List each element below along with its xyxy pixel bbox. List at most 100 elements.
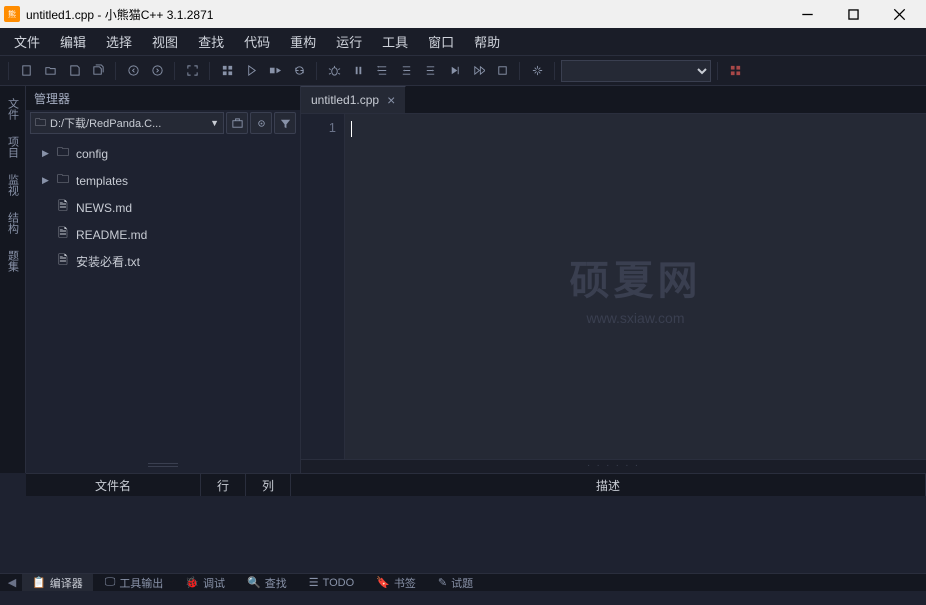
file-panel: 管理器 🗀 D:/下载/RedPanda.C... ▼ ▶ 🗀 config ▶… — [26, 86, 301, 473]
file-icon: 🗎 — [56, 224, 70, 245]
bottom-table-body[interactable] — [26, 496, 926, 573]
bookmark-icon: 🔖 — [376, 576, 390, 589]
continue-button[interactable] — [467, 60, 489, 82]
scroll-left-icon[interactable]: ◀ — [4, 576, 20, 589]
tree-label: README.md — [76, 228, 147, 242]
fullscreen-button[interactable] — [181, 60, 203, 82]
list-icon: ☰ — [309, 576, 319, 589]
code-area[interactable]: 硕夏网 www.sxiaw.com — [345, 114, 926, 459]
chevron-right-icon: ▶ — [42, 148, 50, 159]
main-area: 文件 项目 监视 结构 题集 管理器 🗀 D:/下载/RedPanda.C...… — [0, 86, 926, 473]
rebuild-button[interactable] — [288, 60, 310, 82]
search-icon: 🔍 — [247, 576, 261, 589]
tree-folder[interactable]: ▶ 🗀 config — [26, 140, 300, 167]
step-into-button[interactable] — [395, 60, 417, 82]
forward-button[interactable] — [146, 60, 168, 82]
tree-file[interactable]: 🗎 README.md — [26, 221, 300, 248]
watermark: 硕夏网 www.sxiaw.com — [570, 248, 702, 326]
menu-help[interactable]: 帮助 — [464, 28, 510, 55]
sidebar-tab-watch[interactable]: 监视 — [0, 166, 25, 204]
line-gutter: 1 — [301, 114, 345, 459]
bottom-tab-debug[interactable]: 🐞调试 — [175, 574, 235, 592]
stop-button[interactable] — [491, 60, 513, 82]
horizontal-scrollbar[interactable]: . . . . . . — [301, 459, 926, 473]
bug-icon: 🐞 — [185, 576, 199, 589]
sidebar-tab-project[interactable]: 项目 — [0, 128, 25, 166]
file-tree[interactable]: ▶ 🗀 config ▶ 🗀 templates 🗎 NEWS.md 🗎 REA… — [26, 136, 300, 473]
path-text: D:/下载/RedPanda.C... — [50, 115, 161, 131]
grid-button[interactable] — [724, 60, 746, 82]
bottom-tab-tool-output[interactable]: 🖵工具输出 — [95, 574, 174, 592]
left-sidebar: 文件 项目 监视 结构 题集 — [0, 86, 26, 473]
sidebar-tab-files[interactable]: 文件 — [0, 90, 25, 128]
menu-refactor[interactable]: 重构 — [280, 28, 326, 55]
problem-icon: ✎ — [438, 576, 447, 589]
play-debug-button[interactable] — [443, 60, 465, 82]
cursor — [351, 121, 352, 137]
open-folder-button[interactable] — [226, 112, 248, 134]
tree-file[interactable]: 🗎 NEWS.md — [26, 194, 300, 221]
locate-button[interactable] — [250, 112, 272, 134]
line-number: 1 — [309, 120, 336, 135]
run-button[interactable] — [240, 60, 262, 82]
compile-button[interactable] — [216, 60, 238, 82]
bottom-table-header: 文件名 行 列 描述 — [26, 474, 926, 496]
menu-select[interactable]: 选择 — [96, 28, 142, 55]
chevron-down-icon: ▼ — [210, 118, 219, 128]
folder-icon: 🗀 — [56, 143, 70, 164]
editor-tab[interactable]: untitled1.cpp × — [301, 86, 406, 113]
open-button[interactable] — [39, 60, 61, 82]
menu-code[interactable]: 代码 — [234, 28, 280, 55]
compiler-select[interactable] — [561, 60, 711, 82]
col-filename[interactable]: 文件名 — [26, 474, 201, 496]
grip-icon: . . . . . . — [587, 458, 640, 469]
step-out-button[interactable] — [419, 60, 441, 82]
menu-tools[interactable]: 工具 — [372, 28, 418, 55]
menu-file[interactable]: 文件 — [4, 28, 50, 55]
save-all-button[interactable] — [87, 60, 109, 82]
col-col[interactable]: 列 — [246, 474, 291, 496]
resize-handle[interactable] — [26, 457, 300, 473]
panel-path-bar: 🗀 D:/下载/RedPanda.C... ▼ — [26, 110, 300, 136]
tree-label: config — [76, 147, 108, 161]
menu-find[interactable]: 查找 — [188, 28, 234, 55]
tab-close-icon[interactable]: × — [387, 92, 395, 108]
folder-icon: 🗀 — [35, 114, 46, 133]
titlebar: 熊 untitled1.cpp - 小熊猫C++ 3.1.2871 — [0, 0, 926, 28]
tree-folder[interactable]: ▶ 🗀 templates — [26, 167, 300, 194]
tree-file[interactable]: 🗎 安装必看.txt — [26, 248, 300, 275]
debug-button[interactable] — [323, 60, 345, 82]
sidebar-tab-struct[interactable]: 结构 — [0, 204, 25, 242]
save-button[interactable] — [63, 60, 85, 82]
bottom-tab-compiler[interactable]: 📋编译器 — [22, 574, 93, 592]
col-desc[interactable]: 描述 — [291, 474, 926, 496]
bottom-tab-problem[interactable]: ✎试题 — [428, 574, 483, 592]
file-icon: 🗎 — [56, 197, 70, 218]
bottom-tab-todo[interactable]: ☰TODO — [299, 575, 364, 590]
bottom-tab-find[interactable]: 🔍查找 — [237, 574, 297, 592]
bottom-tab-bookmark[interactable]: 🔖书签 — [366, 574, 426, 592]
back-button[interactable] — [122, 60, 144, 82]
menu-window[interactable]: 窗口 — [418, 28, 464, 55]
pause-button[interactable] — [347, 60, 369, 82]
new-file-button[interactable] — [15, 60, 37, 82]
compiler-icon: 📋 — [32, 576, 46, 589]
menu-edit[interactable]: 编辑 — [50, 28, 96, 55]
path-selector[interactable]: 🗀 D:/下载/RedPanda.C... ▼ — [30, 112, 224, 134]
bottom-panel: 文件名 行 列 描述 — [26, 473, 926, 573]
compile-run-button[interactable] — [264, 60, 286, 82]
filter-button[interactable] — [274, 112, 296, 134]
menubar: 文件 编辑 选择 视图 查找 代码 重构 运行 工具 窗口 帮助 — [0, 28, 926, 56]
menu-view[interactable]: 视图 — [142, 28, 188, 55]
col-line[interactable]: 行 — [201, 474, 246, 496]
menu-run[interactable]: 运行 — [326, 28, 372, 55]
code-editor[interactable]: 1 硕夏网 www.sxiaw.com — [301, 114, 926, 459]
minimize-button[interactable] — [784, 0, 830, 28]
toolbar — [0, 56, 926, 86]
maximize-button[interactable] — [830, 0, 876, 28]
settings-button[interactable] — [526, 60, 548, 82]
sidebar-tab-problemset[interactable]: 题集 — [0, 242, 25, 280]
close-button[interactable] — [876, 0, 922, 28]
watermark-url: www.sxiaw.com — [570, 310, 702, 326]
step-over-button[interactable] — [371, 60, 393, 82]
